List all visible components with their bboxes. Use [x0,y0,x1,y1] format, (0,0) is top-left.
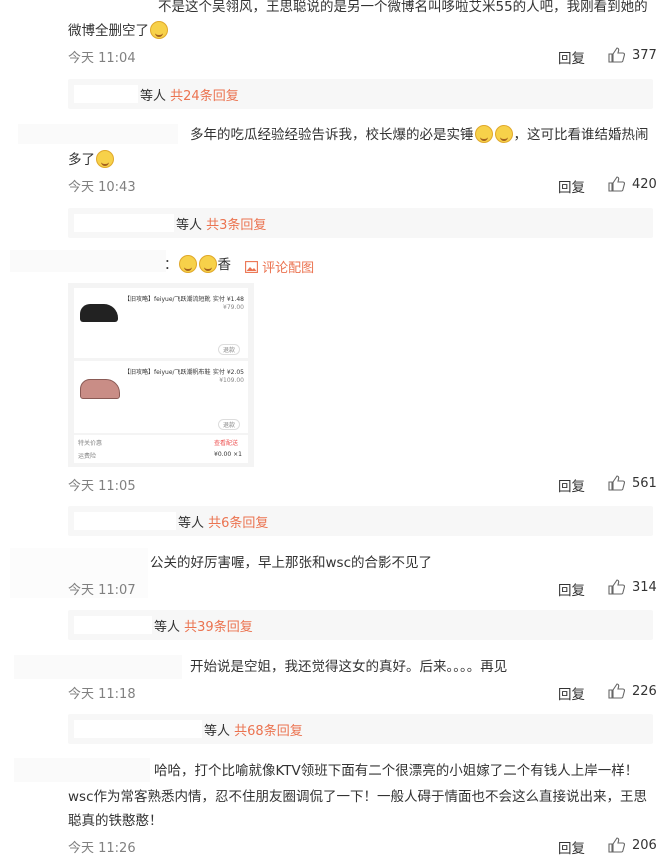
comment-time: 今天 11:07 [68,583,136,598]
sub-replies-suffix: 等人 [176,218,203,233]
sub-replies[interactable]: 等人 共68条回复 [68,714,653,744]
field-label: 运费险 [78,453,97,460]
reply-button[interactable]: 回复 [558,837,585,857]
like-count: 206 [632,838,657,853]
comment-text: 多年的吃瓜经验经验告诉我，校长爆的必是实锤 ，这可比看谁结婚热闹 [190,124,649,146]
avatar[interactable] [10,250,166,272]
avatar[interactable] [14,758,150,782]
sub-replies-count[interactable]: 共24条回复 [170,89,239,104]
sub-replies-suffix: 等人 [154,620,181,635]
comment-time: 今天 11:04 [68,51,136,66]
like-count: 314 [632,580,657,595]
thumbs-up-icon[interactable] [608,475,625,491]
comment-text: wsc作为常客熟悉内情，忍不住朋友圈调侃了一下！一般人碍于情面也不会这么直接说出… [68,789,647,805]
sub-replies-count[interactable]: 共3条回复 [206,218,266,233]
sub-replies[interactable]: 等人 共39条回复 [68,610,653,640]
sub-replies-suffix: 等人 [178,516,205,531]
field-value: 查看配送 [214,440,239,447]
comment-text: 开始说是空姐，我还觉得这女的真好。后来。。。。再见 [190,659,508,675]
sub-replies-count[interactable]: 共39条回复 [184,620,253,635]
comment-text-line: 多年的吃瓜经验经验告诉我，校长爆的必是实锤 [190,127,474,143]
reply-button[interactable]: 回复 [558,176,585,196]
comment-picture-link[interactable]: 评论配图 [245,257,314,276]
comment-text-line: 多了 [68,152,95,168]
thumbs-up-icon[interactable] [608,683,625,699]
comment-text: 聪真的铁憨憨！ [68,813,163,829]
refund-button: 退款 [217,344,240,355]
comment-text-line: ： [164,257,178,273]
thumbs-up-icon[interactable] [608,176,625,192]
sneaker-thumbnail [80,379,120,399]
sub-replies-suffix: 等人 [140,89,167,104]
dog-emoji-icon [178,255,197,273]
item-original-price: ¥109.00 [219,377,244,384]
picture-icon [245,261,258,273]
comment-text: 微博全删空了 [68,20,169,42]
item-title: 【旧攻略】feiyue/飞跃潮帆布鞋 [124,369,211,376]
like-count: 226 [632,684,657,699]
comment-time: 今天 11:18 [68,687,136,702]
drool-emoji-icon [96,150,114,168]
sub-replies-suffix: 等人 [204,724,231,739]
comment-time: 今天 11:26 [68,841,136,856]
sub-replies[interactable]: 等人 共24条回复 [68,79,653,109]
dog-emoji-icon [198,255,217,273]
comment-text-line: 微博全删空了 [68,23,149,39]
sub-replies-count[interactable]: 共6条回复 [208,516,268,531]
sneaker-thumbnail [80,304,118,322]
comment-text: 不是这个吴翎风，王思聪说的是另一个微博名叫哆啦艾米55的人吧，我刚看到她的 [158,0,648,15]
item-title: 【旧攻略】feiyue/飞跃潮流短靴 [124,296,211,303]
item-price: 实付 ¥1.48 [212,296,244,303]
sub-replies[interactable]: 等人 共3条回复 [68,208,653,238]
thumbs-up-icon[interactable] [608,47,625,63]
comment-text-line: 香 [217,257,232,273]
laugh-cry-emoji-icon [474,125,493,143]
sub-replies-count[interactable]: 共68条回复 [234,724,303,739]
avatar[interactable] [10,0,160,10]
like-count: 561 [632,476,657,491]
comment-time: 今天 11:05 [68,479,136,494]
comment-text-line: ，这可比看谁结婚热闹 [513,127,649,143]
thumbs-up-icon[interactable] [608,579,625,595]
reply-button[interactable]: 回复 [558,683,585,703]
comment-text: ：香 [164,254,231,276]
picture-label: 评论配图 [262,261,315,276]
reply-button[interactable]: 回复 [558,579,585,599]
thumbs-up-icon[interactable] [608,837,625,853]
comment-text: 哈哈，打个比喻就像KTV领班下面有二个很漂亮的小姐嫁了二个有钱人上岸一样！ [154,763,639,779]
reply-button[interactable]: 回复 [558,475,585,495]
sleepy-emoji-icon [150,21,168,39]
field-value: ¥0.00 ×1 [214,451,242,458]
comment-text: 公关的好厉害喔，早上那张和wsc的合影不见了 [150,555,432,571]
refund-button: 退款 [217,419,240,430]
laugh-cry-emoji-icon [494,125,513,143]
item-price: 实付 ¥2.05 [212,369,244,376]
comment-time: 今天 10:43 [68,180,136,195]
avatar[interactable] [14,655,182,679]
comment-image[interactable]: 【旧攻略】feiyue/飞跃潮流短靴 实付 ¥1.48 ¥79.00 退款 【旧… [68,283,254,467]
like-count: 420 [632,177,657,192]
like-count: 377 [632,48,657,63]
sub-replies[interactable]: 等人 共6条回复 [68,506,653,536]
item-original-price: ¥79.00 [223,304,244,311]
field-label: 特关价惠 [78,440,103,447]
avatar[interactable] [18,124,178,144]
reply-button[interactable]: 回复 [558,47,585,67]
comment-text: 多了 [68,149,115,171]
